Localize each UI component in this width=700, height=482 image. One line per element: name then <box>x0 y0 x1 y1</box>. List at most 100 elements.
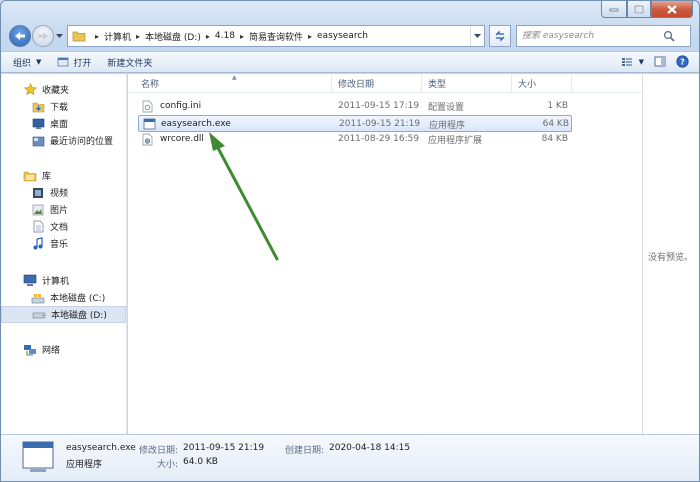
file-type: 应用程序 <box>429 120 466 131</box>
breadcrumb-computer[interactable]: 计算机 <box>104 30 131 43</box>
nav-videos[interactable]: 视频 <box>1 184 126 201</box>
close-button[interactable] <box>651 1 693 18</box>
file-size: 1 KB <box>547 101 568 111</box>
address-bar[interactable]: ▸ 计算机 ▸ 本地磁盘 (D:) ▸ 4.18 ▸ 简易查询软件 ▸ easysear… <box>67 25 485 47</box>
maximize-button[interactable] <box>627 1 651 18</box>
caption-buttons <box>601 1 693 18</box>
computer-icon <box>22 274 38 288</box>
breadcrumb-separator[interactable]: ▸ <box>206 32 210 41</box>
video-icon <box>30 186 46 200</box>
nav-music[interactable]: 音乐 <box>1 235 126 252</box>
column-name-label: 名称 <box>141 80 160 90</box>
nav-libraries[interactable]: 库 <box>1 167 126 184</box>
details-pane: easysearch.exe 应用程序 修改日期: 2011-09-15 21:… <box>1 434 699 481</box>
nav-drive-c[interactable]: 本地磁盘 (C:) <box>1 289 126 306</box>
toolbar-right: ▼ ? <box>611 55 689 68</box>
nav-favorites[interactable]: 收藏夹 <box>1 81 126 98</box>
nav-computer[interactable]: 计算机 <box>1 272 126 289</box>
file-size: 64 KB <box>542 119 569 129</box>
nav-videos-label: 视频 <box>50 189 69 199</box>
file-name: wrcore.dll <box>160 134 204 144</box>
open-icon <box>58 57 69 66</box>
no-preview-message: 没有预览。 <box>648 253 694 263</box>
chevron-down-icon: ▼ <box>36 58 42 66</box>
change-view-button[interactable]: ▼ <box>621 57 644 67</box>
breadcrumb-separator[interactable]: ▸ <box>240 32 244 41</box>
breadcrumb-separator[interactable]: ▸ <box>308 32 312 41</box>
column-name[interactable]: 名称 <box>135 74 332 93</box>
nav-favorites-label: 收藏夹 <box>42 86 70 96</box>
close-icon <box>667 4 677 14</box>
nav-drive-c-label: 本地磁盘 (C:) <box>50 294 106 304</box>
breadcrumb-4-18[interactable]: 4.18 <box>215 31 235 41</box>
file-type: 应用程序扩展 <box>428 135 483 146</box>
details-size-value: 64.0 KB <box>183 457 218 467</box>
column-date[interactable]: 修改日期 <box>332 74 422 93</box>
dll-file-icon <box>142 133 155 146</box>
column-size[interactable]: 大小 <box>512 74 572 93</box>
organize-button[interactable]: 组织 ▼ <box>13 56 41 69</box>
open-button[interactable]: 打开 <box>57 56 91 69</box>
nav-recent-places[interactable]: 最近访问的位置 <box>1 132 126 149</box>
column-type[interactable]: 类型 <box>422 74 512 93</box>
nav-documents[interactable]: 文档 <box>1 218 126 235</box>
navigation-bar: ▸ 计算机 ▸ 本地磁盘 (D:) ▸ 4.18 ▸ 简易查询软件 ▸ easysear… <box>7 23 693 49</box>
back-button[interactable] <box>9 25 31 47</box>
breadcrumb-separator[interactable]: ▸ <box>95 32 99 41</box>
downloads-icon <box>30 100 46 114</box>
file-name-cell: easysearch.exe <box>143 116 231 132</box>
column-date-label: 修改日期 <box>338 80 375 90</box>
recent-places-icon <box>30 134 46 148</box>
preview-pane: 没有预览。 <box>642 74 699 434</box>
details-size-label: 大小: <box>157 460 179 470</box>
star-icon <box>22 83 38 97</box>
file-date: 2011-09-15 17:19 <box>338 101 420 111</box>
details-file-type: 应用程序 <box>66 460 103 470</box>
nav-downloads-label: 下载 <box>50 103 69 113</box>
nav-pictures-label: 图片 <box>50 206 69 216</box>
nav-recent-label: 最近访问的位置 <box>50 137 114 147</box>
breadcrumb: 计算机 ▸ 本地磁盘 (D:) ▸ 4.18 ▸ 简易查询软件 ▸ easysearch <box>104 30 368 43</box>
explorer-window: ▸ 计算机 ▸ 本地磁盘 (D:) ▸ 4.18 ▸ 简易查询软件 ▸ easysear… <box>0 0 700 482</box>
breadcrumb-drive-d[interactable]: 本地磁盘 (D:) <box>145 30 201 43</box>
nav-documents-label: 文档 <box>50 223 69 233</box>
nav-libraries-label: 库 <box>42 172 52 182</box>
refresh-button[interactable] <box>489 25 511 47</box>
search-icon[interactable] <box>663 30 675 42</box>
exe-file-icon <box>143 118 156 131</box>
search-input[interactable] <box>522 31 662 41</box>
system-drive-icon <box>30 291 46 305</box>
music-icon <box>30 237 46 251</box>
breadcrumb-separator[interactable]: ▸ <box>136 32 140 41</box>
organize-label: 组织 <box>13 58 32 69</box>
new-folder-button[interactable]: 新建文件夹 <box>107 56 152 69</box>
file-date: 2011-08-29 16:59 <box>338 134 420 144</box>
table-row[interactable]: wrcore.dll 2011-08-29 16:59 应用程序扩展 84 KB <box>138 131 572 148</box>
table-row[interactable]: config.ini 2011-09-15 17:19 配置设置 1 KB <box>138 98 572 115</box>
nav-drive-d[interactable]: 本地磁盘 (D:) <box>1 306 126 323</box>
nav-pictures[interactable]: 图片 <box>1 201 126 218</box>
nav-downloads[interactable]: 下载 <box>1 98 126 115</box>
recent-pages-dropdown[interactable] <box>56 32 63 42</box>
forward-button[interactable] <box>32 25 54 47</box>
breadcrumb-simple-query[interactable]: 简易查询软件 <box>249 30 303 43</box>
drive-icon <box>31 308 47 322</box>
ini-file-icon <box>142 100 155 113</box>
column-type-label: 类型 <box>428 80 447 90</box>
nav-desktop[interactable]: 桌面 <box>1 115 126 132</box>
preview-pane-button[interactable] <box>654 56 666 67</box>
minimize-button[interactable] <box>601 1 627 18</box>
help-button[interactable]: ? <box>676 55 689 68</box>
file-date: 2011-09-15 21:19 <box>339 119 421 129</box>
view-icon <box>621 57 632 66</box>
address-history-dropdown[interactable] <box>470 26 484 46</box>
open-label: 打开 <box>73 58 92 69</box>
network-icon <box>22 343 38 357</box>
breadcrumb-easysearch[interactable]: easysearch <box>317 31 368 41</box>
table-row[interactable]: easysearch.exe 2011-09-15 21:19 应用程序 64 … <box>138 115 572 132</box>
folder-icon <box>72 31 86 42</box>
new-folder-label: 新建文件夹 <box>107 58 153 69</box>
search-box[interactable] <box>516 25 691 47</box>
nav-network[interactable]: 网络 <box>1 341 126 358</box>
column-headers: ▲ 名称 修改日期 类型 大小 <box>128 74 642 93</box>
